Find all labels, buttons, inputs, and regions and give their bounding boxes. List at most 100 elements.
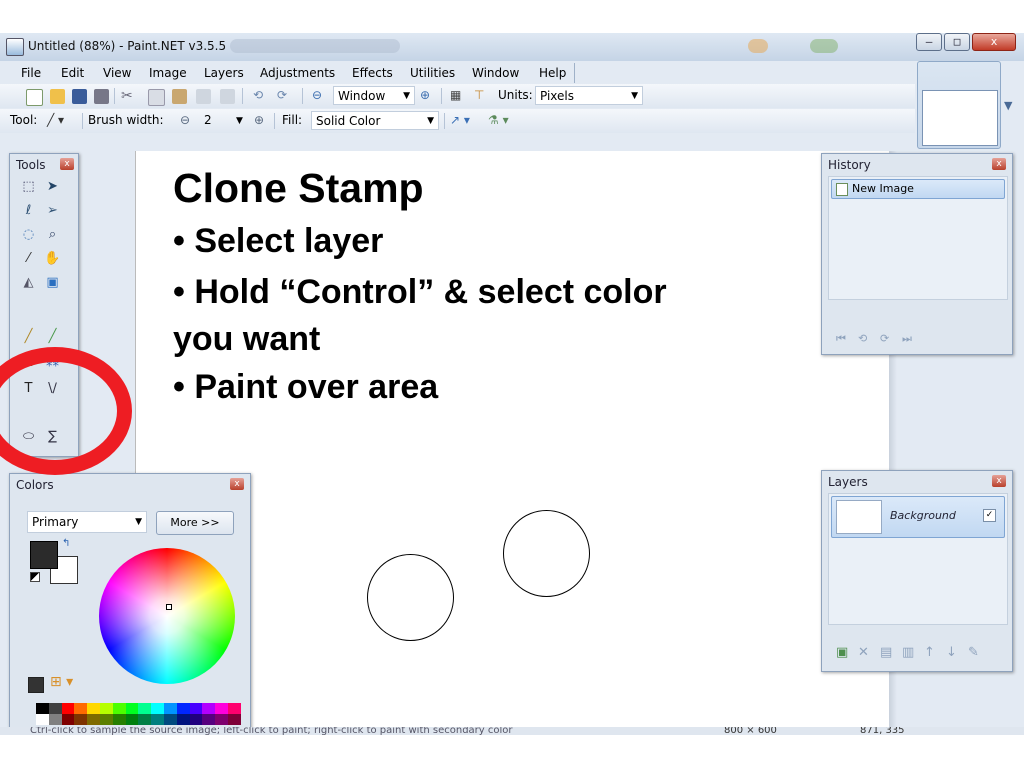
- close-button[interactable]: x: [972, 33, 1016, 51]
- maximize-button[interactable]: □: [944, 33, 970, 51]
- alpha-blending-icon[interactable]: ⚗ ▾: [488, 113, 509, 127]
- palette-swatch[interactable]: [138, 714, 152, 725]
- open-icon[interactable]: [50, 89, 65, 104]
- delete-layer-icon[interactable]: ✕: [858, 645, 869, 660]
- layer-row[interactable]: Background ✓: [831, 496, 1005, 538]
- rewind-icon[interactable]: ⏮: [836, 332, 846, 346]
- paint-bucket-icon[interactable]: ◭: [20, 274, 37, 291]
- primary-color-swatch[interactable]: [30, 541, 58, 569]
- palette-swatch[interactable]: [99, 703, 113, 714]
- magic-wand-icon[interactable]: ⁄: [20, 250, 37, 267]
- palette-swatch[interactable]: [61, 703, 75, 714]
- reset-colors-icon[interactable]: [30, 572, 40, 582]
- lasso-select-icon[interactable]: ℓ: [20, 202, 37, 219]
- undo-icon[interactable]: ⟲: [253, 88, 263, 102]
- palette-swatch[interactable]: [87, 703, 100, 714]
- print-icon[interactable]: [94, 89, 109, 104]
- palette-swatch[interactable]: [151, 703, 164, 714]
- menu-edit[interactable]: Edit: [61, 66, 84, 80]
- palette-swatch[interactable]: [112, 703, 126, 714]
- history-item[interactable]: New Image: [831, 179, 1005, 199]
- layer-properties-icon[interactable]: ✎: [968, 645, 979, 660]
- zoom-mode-select[interactable]: Window ▼: [333, 86, 415, 105]
- decrease-width-icon[interactable]: ⊖: [180, 113, 190, 127]
- close-icon[interactable]: x: [992, 158, 1006, 170]
- tool-chooser-icon[interactable]: ╱ ▾: [47, 113, 64, 127]
- palette-swatch[interactable]: [61, 714, 75, 725]
- duplicate-layer-icon[interactable]: ▤: [880, 645, 892, 660]
- copy-icon[interactable]: [148, 89, 165, 106]
- rulers-icon[interactable]: ⊤: [474, 88, 484, 102]
- fill-select[interactable]: Solid Color ▼: [311, 111, 439, 130]
- menu-help[interactable]: Help: [539, 66, 566, 80]
- layer-visibility-checkbox[interactable]: ✓: [983, 509, 996, 522]
- palette-swatch[interactable]: [74, 714, 88, 725]
- save-icon[interactable]: [72, 89, 87, 104]
- palette-swatch[interactable]: [227, 703, 241, 714]
- zoom-tool-icon[interactable]: ⌕: [44, 226, 61, 243]
- color-picker-icon[interactable]: ╱: [44, 328, 61, 345]
- fast-forward-icon[interactable]: ⏭: [902, 332, 912, 346]
- menu-utilities[interactable]: Utilities: [410, 66, 455, 80]
- palette-swatch[interactable]: [163, 703, 177, 714]
- add-layer-icon[interactable]: ▣: [836, 645, 848, 660]
- pencil-icon[interactable]: ╱: [20, 328, 37, 345]
- palette-swatch[interactable]: [125, 703, 139, 714]
- menu-effects[interactable]: Effects: [352, 66, 393, 80]
- minimize-button[interactable]: –: [916, 33, 942, 51]
- palette-swatch[interactable]: [138, 703, 152, 714]
- palette-swatch[interactable]: [48, 714, 62, 725]
- pan-hand-icon[interactable]: ✋: [44, 250, 61, 267]
- palette-swatch[interactable]: [189, 714, 203, 725]
- ellipse-select-icon[interactable]: ◌: [20, 226, 37, 243]
- palette-swatch[interactable]: [112, 714, 126, 725]
- paste-icon[interactable]: [172, 89, 187, 104]
- palette-swatch[interactable]: [215, 703, 228, 714]
- grid-icon[interactable]: ▦: [450, 88, 461, 102]
- color-palette[interactable]: [36, 703, 242, 725]
- rectangle-select-icon[interactable]: ⬚: [20, 178, 37, 195]
- close-icon[interactable]: x: [60, 158, 74, 170]
- menu-window[interactable]: Window: [472, 66, 519, 80]
- close-icon[interactable]: x: [992, 475, 1006, 487]
- image-thumbnail[interactable]: [922, 90, 998, 146]
- palette-swatch[interactable]: [163, 714, 177, 725]
- move-selection-icon[interactable]: ➢: [44, 202, 61, 219]
- palette-swatch[interactable]: [189, 703, 203, 714]
- menu-view[interactable]: View: [103, 66, 131, 80]
- palette-swatch[interactable]: [151, 714, 164, 725]
- zoom-out-icon[interactable]: ⊖: [312, 88, 322, 102]
- crop-to-selection-icon[interactable]: [196, 89, 211, 104]
- palette-swatch[interactable]: [36, 703, 49, 714]
- menu-file[interactable]: File: [21, 66, 41, 80]
- color-wheel[interactable]: [99, 548, 235, 684]
- merge-layer-down-icon[interactable]: ▥: [902, 645, 914, 660]
- redo-icon[interactable]: ⟳: [277, 88, 287, 102]
- move-layer-up-icon[interactable]: ↑: [924, 645, 935, 660]
- palette-swatch[interactable]: [202, 703, 216, 714]
- zoom-in-icon[interactable]: ⊕: [420, 88, 430, 102]
- palette-swatch[interactable]: [48, 703, 62, 714]
- menu-adjustments[interactable]: Adjustments: [260, 66, 335, 80]
- swap-colors-icon[interactable]: ↰: [62, 538, 70, 549]
- palette-swatch[interactable]: [36, 714, 49, 725]
- palette-menu-icon[interactable]: ⊞ ▾: [50, 674, 73, 690]
- gradient-icon[interactable]: ▣: [44, 274, 61, 291]
- palette-swatch[interactable]: [215, 714, 228, 725]
- brush-width-value[interactable]: 2: [204, 113, 212, 127]
- move-selected-pixels-icon[interactable]: ➤: [44, 178, 61, 195]
- close-icon[interactable]: x: [230, 478, 244, 490]
- undo-icon[interactable]: ⟲: [858, 332, 867, 345]
- add-to-palette-icon[interactable]: [28, 677, 44, 693]
- menu-image[interactable]: Image: [149, 66, 187, 80]
- units-select[interactable]: Pixels ▼: [535, 86, 643, 105]
- palette-swatch[interactable]: [125, 714, 139, 725]
- palette-swatch[interactable]: [74, 703, 88, 714]
- new-image-icon[interactable]: [26, 89, 43, 106]
- chevron-down-icon[interactable]: ▼: [1004, 99, 1012, 112]
- redo-icon[interactable]: ⟳: [880, 332, 889, 345]
- palette-swatch[interactable]: [87, 714, 100, 725]
- increase-width-icon[interactable]: ⊕: [254, 113, 264, 127]
- palette-swatch[interactable]: [176, 714, 190, 725]
- palette-swatch[interactable]: [99, 714, 113, 725]
